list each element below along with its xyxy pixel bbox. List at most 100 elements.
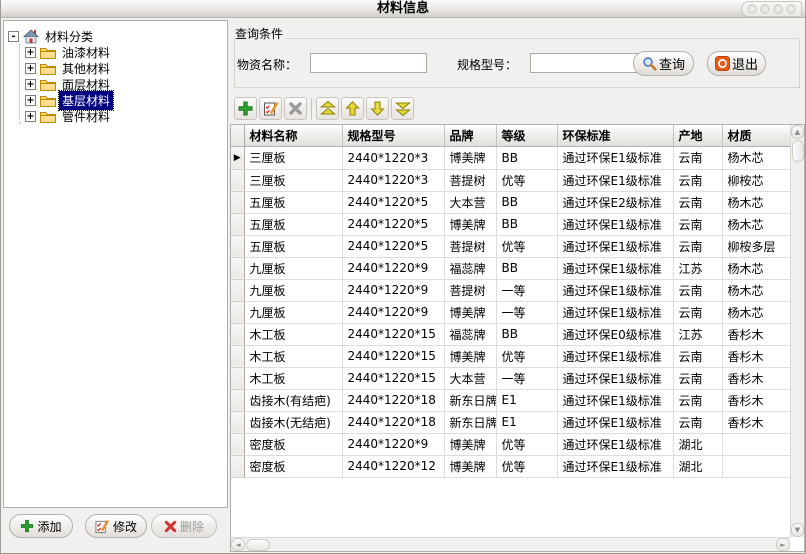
table-cell: 江苏	[673, 323, 722, 345]
column-header-1[interactable]: 规格型号	[342, 125, 444, 146]
delete-button-label: 删除	[180, 518, 204, 535]
table-cell: 五厘板	[244, 235, 342, 257]
table-cell: 木工板	[244, 367, 342, 389]
spec-model-input[interactable]	[530, 53, 648, 73]
scroll-right-icon[interactable]: ►	[776, 538, 790, 551]
row-selector[interactable]	[231, 367, 244, 389]
exit-button[interactable]: 退出	[707, 51, 766, 76]
vertical-scrollbar[interactable]: ▲ ▼	[790, 125, 804, 537]
table-cell: 优等	[496, 345, 557, 367]
expand-icon[interactable]: +	[25, 95, 36, 106]
tree-item-2[interactable]: +面层材料	[20, 76, 223, 92]
tree-children: +油漆材料+其他材料+面层材料+基层材料+管件材料	[19, 44, 223, 124]
window-control-button[interactable]	[747, 4, 757, 14]
row-selector[interactable]	[231, 323, 244, 345]
search-button[interactable]: 查询	[633, 51, 694, 76]
table-row[interactable]: 木工板2440*1220*15博美牌优等通过环保E1级标准云南香杉木	[231, 345, 790, 367]
table-cell: 柳桉多层	[722, 235, 790, 257]
expand-icon[interactable]: +	[25, 111, 36, 122]
row-selector[interactable]	[231, 433, 244, 455]
row-selector[interactable]	[231, 169, 244, 191]
table-cell: 2440*1220*15	[342, 367, 444, 389]
table-row[interactable]: 齿接木(无结疤)2440*1220*18新东日牌E1通过环保E1级标准云南香杉木	[231, 411, 790, 433]
table-row[interactable]: 九厘板2440*1220*9博美牌一等通过环保E1级标准云南杨木芯	[231, 301, 790, 323]
move-up-button[interactable]	[341, 97, 364, 120]
table-cell: 优等	[496, 169, 557, 191]
column-header-4[interactable]: 环保标准	[557, 125, 673, 146]
tree-item-1[interactable]: +其他材料	[20, 60, 223, 76]
horizontal-scrollbar[interactable]: ◄ ►	[231, 537, 790, 551]
table-row[interactable]: 木工板2440*1220*15大本营一等通过环保E1级标准云南香杉木	[231, 367, 790, 389]
row-selector[interactable]	[231, 235, 244, 257]
table-row[interactable]: 五厘板2440*1220*5大本营BB通过环保E2级标准云南杨木芯	[231, 191, 790, 213]
table-cell: 博美牌	[444, 146, 496, 169]
scroll-down-icon[interactable]: ▼	[791, 523, 804, 537]
row-selector[interactable]	[231, 411, 244, 433]
title-bar: 材料信息	[1, 0, 805, 18]
vertical-scrollbar-thumb[interactable]	[792, 140, 804, 162]
table-row[interactable]: 密度板2440*1220*9博美牌优等通过环保E1级标准湖北	[231, 433, 790, 455]
row-selector[interactable]	[231, 191, 244, 213]
move-last-button[interactable]	[391, 97, 414, 120]
row-selector[interactable]	[231, 279, 244, 301]
column-header-0[interactable]: 材料名称	[244, 125, 342, 146]
table-row[interactable]: 九厘板2440*1220*9菩提树一等通过环保E1级标准云南杨木芯	[231, 279, 790, 301]
row-selector[interactable]	[231, 389, 244, 411]
collapse-icon[interactable]: -	[8, 31, 19, 42]
delete-button: 删除	[151, 514, 217, 538]
table-cell: 五厘板	[244, 213, 342, 235]
table-row[interactable]: 密度板2440*1220*12博美牌优等通过环保E1级标准湖北	[231, 455, 790, 477]
table-cell: BB	[496, 146, 557, 169]
window-control-button[interactable]	[773, 4, 783, 14]
tree-root-material-category[interactable]: - 材料分类	[8, 28, 223, 44]
column-header-2[interactable]: 品牌	[444, 125, 496, 146]
folder-icon	[40, 94, 56, 107]
modify-button-label: 修改	[113, 518, 137, 535]
table-row[interactable]: 齿接木(有结疤)2440*1220*18新东日牌E1通过环保E1级标准云南香杉木	[231, 389, 790, 411]
materials-grid: 材料名称规格型号品牌等级环保标准产地材质▶三厘板2440*1220*3博美牌BB…	[230, 124, 805, 552]
table-cell: 博美牌	[444, 433, 496, 455]
column-header-6[interactable]: 材质	[722, 125, 790, 146]
table-cell: 云南	[673, 169, 722, 191]
move-down-button[interactable]	[366, 97, 389, 120]
table-cell: 云南	[673, 213, 722, 235]
table-cell: 杨木芯	[722, 213, 790, 235]
table-row[interactable]: 三厘板2440*1220*3菩提树优等通过环保E1级标准云南柳桉芯	[231, 169, 790, 191]
table-cell: 福蕊牌	[444, 257, 496, 279]
tree-item-0[interactable]: +油漆材料	[20, 44, 223, 60]
table-row[interactable]: ▶三厘板2440*1220*3博美牌BB通过环保E1级标准云南杨木芯	[231, 146, 790, 169]
expand-icon[interactable]: +	[25, 47, 36, 58]
add-button[interactable]: 添加	[9, 514, 73, 538]
row-selector-header	[231, 125, 244, 146]
table-row[interactable]: 九厘板2440*1220*9福蕊牌BB通过环保E1级标准江苏杨木芯	[231, 257, 790, 279]
toolbar-add-button[interactable]	[234, 97, 257, 120]
move-first-button[interactable]	[316, 97, 339, 120]
row-selector[interactable]	[231, 257, 244, 279]
window-control-button[interactable]	[786, 4, 796, 14]
toolbar-edit-button[interactable]	[259, 97, 282, 120]
row-selector[interactable]	[231, 455, 244, 477]
expand-icon[interactable]: +	[25, 63, 36, 74]
expand-icon[interactable]: +	[25, 79, 36, 90]
modify-button[interactable]: 修改	[85, 514, 147, 538]
tree-item-4[interactable]: +管件材料	[20, 108, 223, 124]
current-row-indicator[interactable]: ▶	[231, 146, 244, 169]
window-control-button[interactable]	[760, 4, 770, 14]
table-row[interactable]: 五厘板2440*1220*5菩提树优等通过环保E1级标准云南柳桉多层	[231, 235, 790, 257]
grid-toolbar	[234, 97, 416, 120]
material-name-input[interactable]	[310, 53, 427, 73]
table-row[interactable]: 五厘板2440*1220*5博美牌BB通过环保E1级标准云南杨木芯	[231, 213, 790, 235]
table-row[interactable]: 木工板2440*1220*15福蕊牌BB通过环保E0级标准江苏香杉木	[231, 323, 790, 345]
row-selector[interactable]	[231, 301, 244, 323]
scroll-up-icon[interactable]: ▲	[791, 125, 804, 139]
column-header-5[interactable]: 产地	[673, 125, 722, 146]
scroll-left-icon[interactable]: ◄	[231, 538, 245, 551]
horizontal-scrollbar-thumb[interactable]	[246, 539, 270, 551]
row-selector[interactable]	[231, 213, 244, 235]
column-header-3[interactable]: 等级	[496, 125, 557, 146]
tree-item-3[interactable]: +基层材料	[20, 92, 223, 108]
home-icon	[23, 29, 39, 44]
row-selector[interactable]	[231, 345, 244, 367]
table-cell: 2440*1220*18	[342, 389, 444, 411]
stop-icon	[715, 56, 730, 71]
